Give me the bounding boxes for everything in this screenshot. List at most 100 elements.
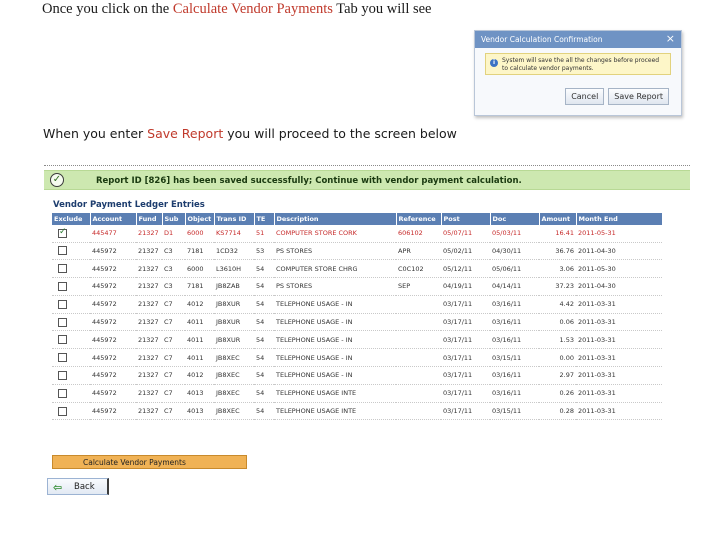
cell-post: 03/17/11 — [441, 402, 490, 421]
cell-object: 4011 — [185, 348, 214, 368]
cell-month-end: 2011-05-31 — [576, 225, 662, 243]
cell-sub: C7 — [162, 366, 185, 385]
cell-account: 445972 — [90, 402, 136, 421]
save-report-button[interactable]: Save Report — [608, 88, 669, 105]
exclude-checkbox[interactable] — [58, 299, 67, 309]
column-header[interactable]: Post — [441, 213, 491, 225]
exclude-checkbox[interactable] — [58, 246, 67, 256]
cell-doc: 04/30/11 — [490, 242, 539, 261]
cell-object: 4012 — [185, 366, 214, 385]
cell-description: TELEPHONE USAGE - IN — [274, 313, 396, 332]
cell-month-end: 2011-05-30 — [576, 259, 662, 279]
exclude-cell — [52, 259, 90, 279]
column-header[interactable]: Object — [185, 213, 215, 225]
exclude-checkbox[interactable] — [58, 317, 67, 327]
cell-fund: 21327 — [136, 402, 162, 421]
cell-sub: D1 — [162, 225, 185, 243]
intro2-text: When you enter Save Report you will proc… — [43, 126, 457, 141]
cell-amount: 16.41 — [539, 225, 576, 243]
exclude-cell — [52, 295, 90, 314]
exclude-checkbox[interactable] — [58, 353, 67, 363]
cancel-button[interactable]: Cancel — [565, 88, 605, 105]
column-header[interactable]: Amount — [539, 213, 577, 225]
exclude-checkbox[interactable] — [58, 335, 67, 345]
exclude-checkbox[interactable] — [58, 264, 67, 274]
ledger-table: Exclude Account Fund Sub Object Trans ID… — [52, 213, 663, 421]
cell-doc: 03/15/11 — [490, 402, 539, 421]
cell-fund: 21327 — [136, 259, 162, 279]
column-header[interactable]: Account — [90, 213, 137, 225]
cell-doc: 03/16/11 — [490, 330, 539, 350]
exclude-cell — [52, 402, 90, 421]
cell-post: 03/17/11 — [441, 313, 490, 332]
cell-trans-id: L3610H — [214, 259, 254, 279]
cell-amount: 0.00 — [539, 348, 576, 368]
cell-month-end: 2011-03-31 — [576, 402, 662, 421]
cell-account: 445972 — [90, 259, 136, 279]
confirmation-dialog: Vendor Calculation Confirmation × i Syst… — [474, 30, 682, 116]
column-header[interactable]: TE — [254, 213, 275, 225]
cell-description: TELEPHONE USAGE - IN — [274, 330, 396, 350]
cell-reference — [396, 313, 441, 332]
close-icon[interactable]: × — [666, 32, 675, 45]
cell-month-end: 2011-03-31 — [576, 348, 662, 368]
cell-post: 03/17/11 — [441, 330, 490, 350]
intro-prefix: Once you click on the — [42, 1, 173, 17]
column-header[interactable]: Sub — [162, 213, 186, 225]
exclude-cell — [52, 330, 90, 350]
ledger-header-row: Exclude Account Fund Sub Object Trans ID… — [52, 213, 663, 225]
cell-description: TELEPHONE USAGE - IN — [274, 295, 396, 314]
cell-account: 445477 — [90, 225, 136, 243]
cell-month-end: 2011-03-31 — [576, 295, 662, 314]
cell-sub: C7 — [162, 330, 185, 350]
cell-month-end: 2011-03-31 — [576, 313, 662, 332]
cell-account: 445972 — [90, 277, 136, 296]
cell-reference — [396, 402, 441, 421]
table-row: 445972 21327 C7 4013 JB8XEC 54 TELEPHONE USAGE… — [52, 402, 662, 421]
column-header[interactable]: Doc — [490, 213, 540, 225]
cell-amount: 1.53 — [539, 330, 576, 350]
intro2-suffix: you will proceed to the screen below — [223, 126, 457, 141]
exclude-checkbox[interactable] — [58, 227, 67, 238]
cell-sub: C7 — [162, 313, 185, 332]
cell-doc: 03/16/11 — [490, 384, 539, 403]
cell-post: 05/02/11 — [441, 242, 490, 261]
column-header[interactable]: Reference — [396, 213, 442, 225]
table-row: 445972 21327 C3 6000 L3610H 54 COMPUTER STORE … — [52, 259, 662, 279]
back-button[interactable]: ⇦ Back — [47, 478, 109, 495]
cell-reference: APR — [396, 242, 441, 261]
success-banner: ✓ Report ID [826] has been saved success… — [44, 170, 690, 190]
cell-post: 04/19/11 — [441, 277, 490, 296]
table-row: 44547721327D16000KS771451COMPUTER STORE … — [52, 225, 662, 243]
cell-amount: 3.06 — [539, 259, 576, 279]
cell-reference: SEP — [396, 277, 441, 296]
cell-trans-id: JB8XEC — [214, 348, 254, 368]
column-header[interactable]: Description — [274, 213, 397, 225]
exclude-checkbox[interactable] — [58, 281, 67, 291]
calculate-vendor-payments-button[interactable]: Calculate Vendor Payments — [52, 455, 247, 469]
cell-account: 445972 — [90, 348, 136, 368]
table-row: 445972 21327 C7 4011 JB8XUR 54 TELEPHONE USAGE… — [52, 313, 662, 332]
column-header[interactable]: Month End — [576, 213, 663, 225]
cell-amount: 0.26 — [539, 384, 576, 403]
column-header[interactable]: Trans ID — [214, 213, 255, 225]
column-header[interactable]: Fund — [136, 213, 163, 225]
table-row: 445972 21327 C3 7181 1CD32 53 PS STORES APR 05/0… — [52, 242, 662, 261]
cell-account: 445972 — [90, 295, 136, 314]
info-icon: i — [490, 59, 498, 67]
cell-object: 4011 — [185, 330, 214, 350]
cell-trans-id: JB8XUR — [214, 330, 254, 350]
column-header[interactable]: Exclude — [52, 213, 91, 225]
cell-sub: C3 — [162, 242, 185, 261]
cell-description: PS STORES — [274, 277, 396, 296]
cell-month-end: 2011-03-31 — [576, 384, 662, 403]
exclude-checkbox[interactable] — [58, 406, 67, 416]
cell-post: 03/17/11 — [441, 384, 490, 403]
cell-sub: C7 — [162, 384, 185, 403]
exclude-checkbox[interactable] — [58, 370, 67, 380]
cell-amount: 36.76 — [539, 242, 576, 261]
cell-fund: 21327 — [136, 295, 162, 314]
table-row: 445972 21327 C7 4013 JB8XEC 54 TELEPHONE USAGE… — [52, 384, 662, 403]
exclude-checkbox[interactable] — [58, 388, 67, 398]
divider — [44, 165, 690, 166]
